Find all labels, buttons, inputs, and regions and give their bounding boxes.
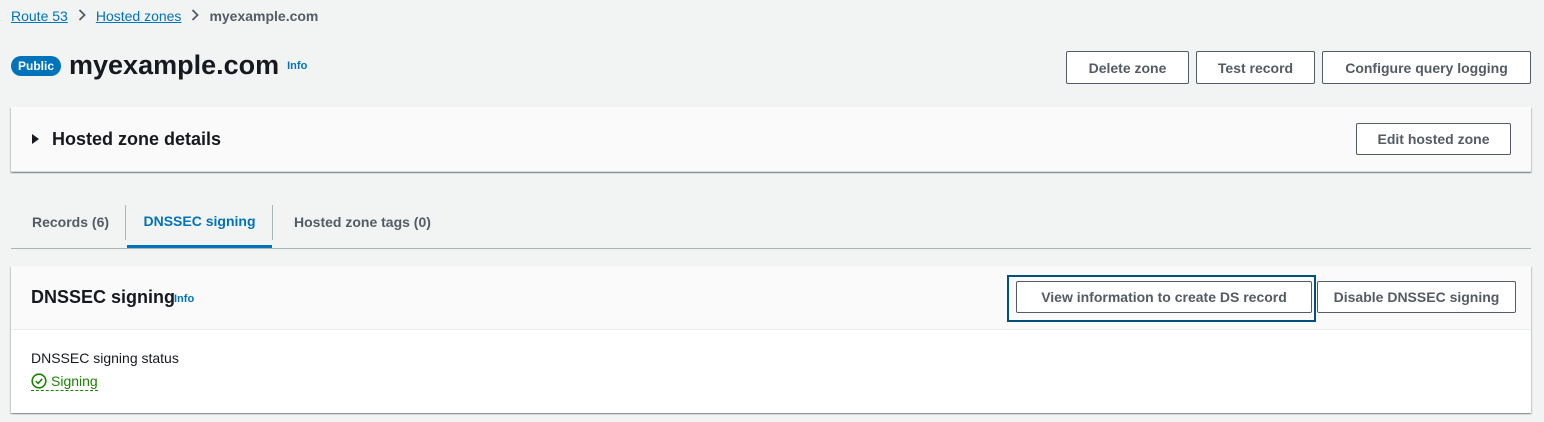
breadcrumb-hosted-zones-link[interactable]: Hosted zones [96,8,182,24]
view-ds-record-info-button[interactable]: View information to create DS record [1016,281,1312,313]
page-title: myexample.com [69,50,280,80]
breadcrumb: Route 53 Hosted zones myexample.com [11,8,318,24]
header-info-link[interactable]: Info [287,60,307,72]
test-record-button[interactable]: Test record [1196,51,1315,84]
public-badge: Public [11,55,62,76]
tab-divider [125,205,126,240]
chevron-right-icon [191,8,200,24]
breadcrumb-route53-link[interactable]: Route 53 [11,8,68,24]
dnssec-panel-title: DNSSEC signing [31,287,176,307]
page-header: Public myexample.com Info [11,50,307,81]
disable-dnssec-signing-button[interactable]: Disable DNSSEC signing [1317,281,1516,313]
tab-list: Records (6) DNSSEC signing Hosted zone t… [11,196,1531,249]
breadcrumb-current: myexample.com [209,8,319,24]
edit-hosted-zone-button[interactable]: Edit hosted zone [1356,123,1511,155]
dnssec-signing-panel: DNSSEC signing Info View information to … [11,266,1531,413]
hosted-zone-details-toggle[interactable]: Hosted zone details [52,129,221,150]
tab-dnssec-signing[interactable]: DNSSEC signing [127,196,272,248]
dnssec-status-text: Signing [51,373,98,389]
dnssec-panel-header: DNSSEC signing Info View information to … [11,266,1531,330]
tab-divider [272,205,273,240]
configure-query-logging-button[interactable]: Configure query logging [1322,51,1531,84]
dnssec-status-label: DNSSEC signing status [31,350,179,366]
check-circle-icon [31,373,47,389]
delete-zone-button[interactable]: Delete zone [1066,51,1189,84]
hosted-zone-details-panel: Hosted zone details Edit hosted zone [11,107,1531,172]
dnssec-info-link[interactable]: Info [174,293,194,305]
dnssec-status-value[interactable]: Signing [31,373,98,391]
tab-records[interactable]: Records (6) [32,196,109,248]
tab-hosted-zone-tags[interactable]: Hosted zone tags (0) [294,196,431,248]
caret-right-icon[interactable] [32,134,39,144]
chevron-right-icon [78,8,86,24]
